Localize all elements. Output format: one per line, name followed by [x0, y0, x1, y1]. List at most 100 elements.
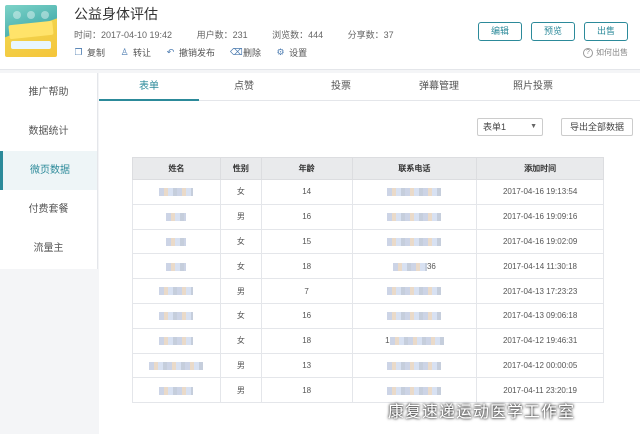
- form-select[interactable]: 表单1 ▼: [477, 118, 543, 136]
- copy-icon: ❐: [74, 47, 83, 57]
- table-header-row: 姓名 性别 年龄 联系电话 添加时间: [132, 157, 604, 180]
- phone-cell: [351, 302, 478, 329]
- time-cell: 2017-04-12 19:46:31: [476, 327, 604, 354]
- app-header: 公益身体评估 时间：2017-04-10 19:42 用户数：231 浏览数：4…: [0, 0, 640, 70]
- gender-cell: 女: [219, 327, 262, 354]
- user-icon: ♙: [120, 47, 129, 57]
- tab-bar: 表单 点赞 投票 弹幕管理 照片投票: [99, 73, 640, 101]
- name-cell: [132, 253, 221, 280]
- col-added-time: 添加时间: [476, 157, 604, 180]
- tab-photo-vote[interactable]: 照片投票: [483, 73, 583, 101]
- redacted-name: [149, 361, 204, 370]
- caret-down-icon: ▼: [530, 123, 537, 130]
- table-row[interactable]: 男 16 2017-04-16 19:09:16: [132, 203, 604, 230]
- phone-cell: [351, 278, 478, 304]
- gender-cell: 女: [219, 228, 262, 255]
- table-row[interactable]: 男 7 2017-04-13 17:23:23: [132, 278, 604, 304]
- table-row[interactable]: 女 15 2017-04-16 19:02:09: [132, 228, 604, 255]
- sidebar-item-traffic-owner[interactable]: 流量主: [0, 229, 97, 268]
- redacted-phone: [387, 237, 442, 246]
- gear-icon: ⚙: [276, 47, 285, 57]
- delete-button[interactable]: ⌫ 删除: [230, 46, 261, 59]
- redacted-phone: [392, 262, 427, 271]
- gender-cell: 男: [219, 377, 262, 404]
- sidebar: 推广帮助 数据统计 微页数据 付费套餐 流量主: [0, 73, 98, 269]
- table-row[interactable]: 男 13 2017-04-12 00:00:05: [132, 352, 604, 379]
- table-row[interactable]: 女 14 2017-04-16 19:13:54: [132, 179, 604, 205]
- table-row[interactable]: 女 18 1 2017-04-12 19:46:31: [132, 327, 604, 354]
- sidebar-item-promo-help[interactable]: 推广帮助: [0, 73, 97, 112]
- watermark-text: 康复速递运动医学工作室: [388, 404, 576, 421]
- sidebar-item-paid-plans[interactable]: 付费套餐: [0, 190, 97, 229]
- col-phone: 联系电话: [351, 157, 478, 180]
- redacted-phone: [387, 386, 442, 395]
- phone-cell: [351, 179, 478, 205]
- event-thumbnail: [5, 5, 57, 57]
- name-cell: [132, 228, 221, 255]
- redacted-name: [166, 237, 187, 246]
- redacted-name: [166, 213, 187, 222]
- transfer-button[interactable]: ♙ 转让: [120, 46, 151, 59]
- age-cell: 18: [260, 253, 353, 280]
- sidebar-item-statistics[interactable]: 数据统计: [0, 112, 97, 151]
- settings-button[interactable]: ⚙ 设置: [276, 46, 308, 59]
- col-gender: 性别: [219, 157, 262, 180]
- gender-cell: 女: [219, 179, 262, 205]
- table-row[interactable]: 女 16 2017-04-13 09:06:18: [132, 302, 604, 329]
- tab-likes[interactable]: 点赞: [194, 73, 294, 101]
- event-meta: 时间：2017-04-10 19:42 用户数：231 浏览数：444 分享数：…: [74, 28, 416, 41]
- name-cell: [132, 203, 221, 230]
- name-cell: [132, 278, 221, 304]
- table-row[interactable]: 女 18 36 2017-04-14 11:30:18: [132, 253, 604, 280]
- phone-cell: 1: [351, 327, 478, 354]
- redacted-phone: [387, 312, 442, 321]
- preview-button[interactable]: 预览: [531, 22, 575, 41]
- age-cell: 18: [260, 327, 353, 354]
- age-cell: 16: [260, 203, 353, 230]
- age-cell: 15: [260, 228, 353, 255]
- name-cell: [132, 327, 221, 354]
- time-cell: 2017-04-13 17:23:23: [476, 278, 604, 304]
- redacted-name: [159, 287, 194, 296]
- tab-vote[interactable]: 投票: [291, 73, 391, 101]
- phone-cell: [351, 352, 478, 379]
- sell-button[interactable]: 出售: [584, 22, 628, 41]
- redacted-phone: [387, 361, 442, 370]
- help-link[interactable]: ? 如何出售: [583, 47, 628, 58]
- page-title: 公益身体评估: [74, 6, 158, 22]
- redacted-name: [166, 262, 187, 271]
- redacted-name: [159, 312, 194, 321]
- export-all-button[interactable]: 导出全部数据: [561, 118, 633, 136]
- action-bar: ❐ 复制 ♙ 转让 ↶ 撤销发布 ⌫ 删除 ⚙ 设置: [74, 46, 322, 59]
- col-name: 姓名: [132, 157, 221, 180]
- tab-form[interactable]: 表单: [99, 73, 199, 101]
- redacted-phone: [387, 287, 442, 296]
- gender-cell: 男: [219, 278, 262, 304]
- time-cell: 2017-04-12 00:00:05: [476, 352, 604, 379]
- gender-cell: 男: [219, 203, 262, 230]
- main-panel: 表单 点赞 投票 弹幕管理 照片投票 表单1 ▼ 导出全部数据 姓名 性别 年龄…: [99, 73, 640, 434]
- name-cell: [132, 377, 221, 404]
- sidebar-item-page-data[interactable]: 微页数据: [0, 151, 97, 190]
- phone-cell: [351, 203, 478, 230]
- copy-button[interactable]: ❐ 复制: [74, 46, 105, 59]
- unpublish-button[interactable]: ↶ 撤销发布: [166, 46, 215, 59]
- gender-cell: 女: [219, 302, 262, 329]
- edit-button[interactable]: 编辑: [478, 22, 522, 41]
- phone-cell: 36: [351, 253, 478, 280]
- age-cell: 14: [260, 179, 353, 205]
- time-cell: 2017-04-16 19:09:16: [476, 203, 604, 230]
- time-cell: 2017-04-14 11:30:18: [476, 253, 604, 280]
- redacted-name: [159, 188, 194, 197]
- meta-users: 用户数：231: [196, 30, 248, 40]
- redacted-name: [159, 386, 194, 395]
- meta-views: 浏览数：444: [272, 30, 324, 40]
- question-icon: ?: [583, 47, 593, 58]
- tab-danmaku[interactable]: 弹幕管理: [389, 73, 489, 101]
- age-cell: 13: [260, 352, 353, 379]
- time-cell: 2017-04-16 19:02:09: [476, 228, 604, 255]
- trash-icon: ⌫: [230, 47, 243, 57]
- name-cell: [132, 302, 221, 329]
- col-age: 年龄: [260, 157, 353, 180]
- gender-cell: 男: [219, 352, 262, 379]
